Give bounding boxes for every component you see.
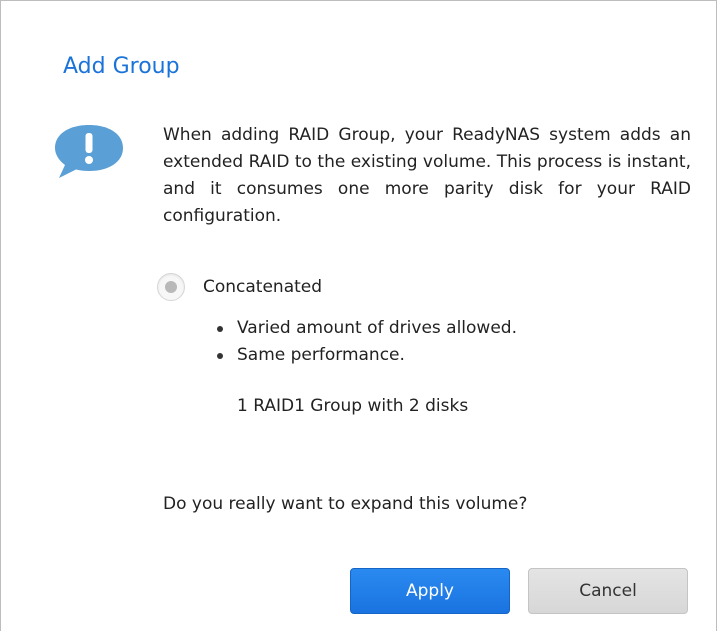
raid-group-info: 1 RAID1 Group with 2 disks <box>237 396 469 416</box>
dialog-message: When adding RAID Group, your ReadyNAS sy… <box>163 125 691 226</box>
add-group-dialog: Add Group When adding RAID Group, your R… <box>0 0 717 631</box>
cancel-button[interactable]: Cancel <box>528 568 688 614</box>
bullet-text: Varied amount of drives allowed. <box>237 318 517 338</box>
concatenated-option[interactable]: Concatenated <box>157 271 322 303</box>
list-item: Varied amount of drives allowed. <box>217 315 517 342</box>
bullet-text: Same performance. <box>237 345 405 365</box>
list-item: Same performance. <box>217 342 517 369</box>
bullet-icon <box>217 325 223 332</box>
dialog-title: Add Group <box>63 54 180 79</box>
apply-button[interactable]: Apply <box>350 568 510 614</box>
concatenated-radio[interactable] <box>157 273 185 301</box>
option-details-list: Varied amount of drives allowed. Same pe… <box>217 315 517 369</box>
radio-selected-dot <box>165 281 177 293</box>
info-speech-bubble-icon <box>55 125 123 178</box>
confirm-question: Do you really want to expand this volume… <box>163 494 528 514</box>
concatenated-label: Concatenated <box>203 277 323 297</box>
bullet-icon <box>217 352 223 359</box>
